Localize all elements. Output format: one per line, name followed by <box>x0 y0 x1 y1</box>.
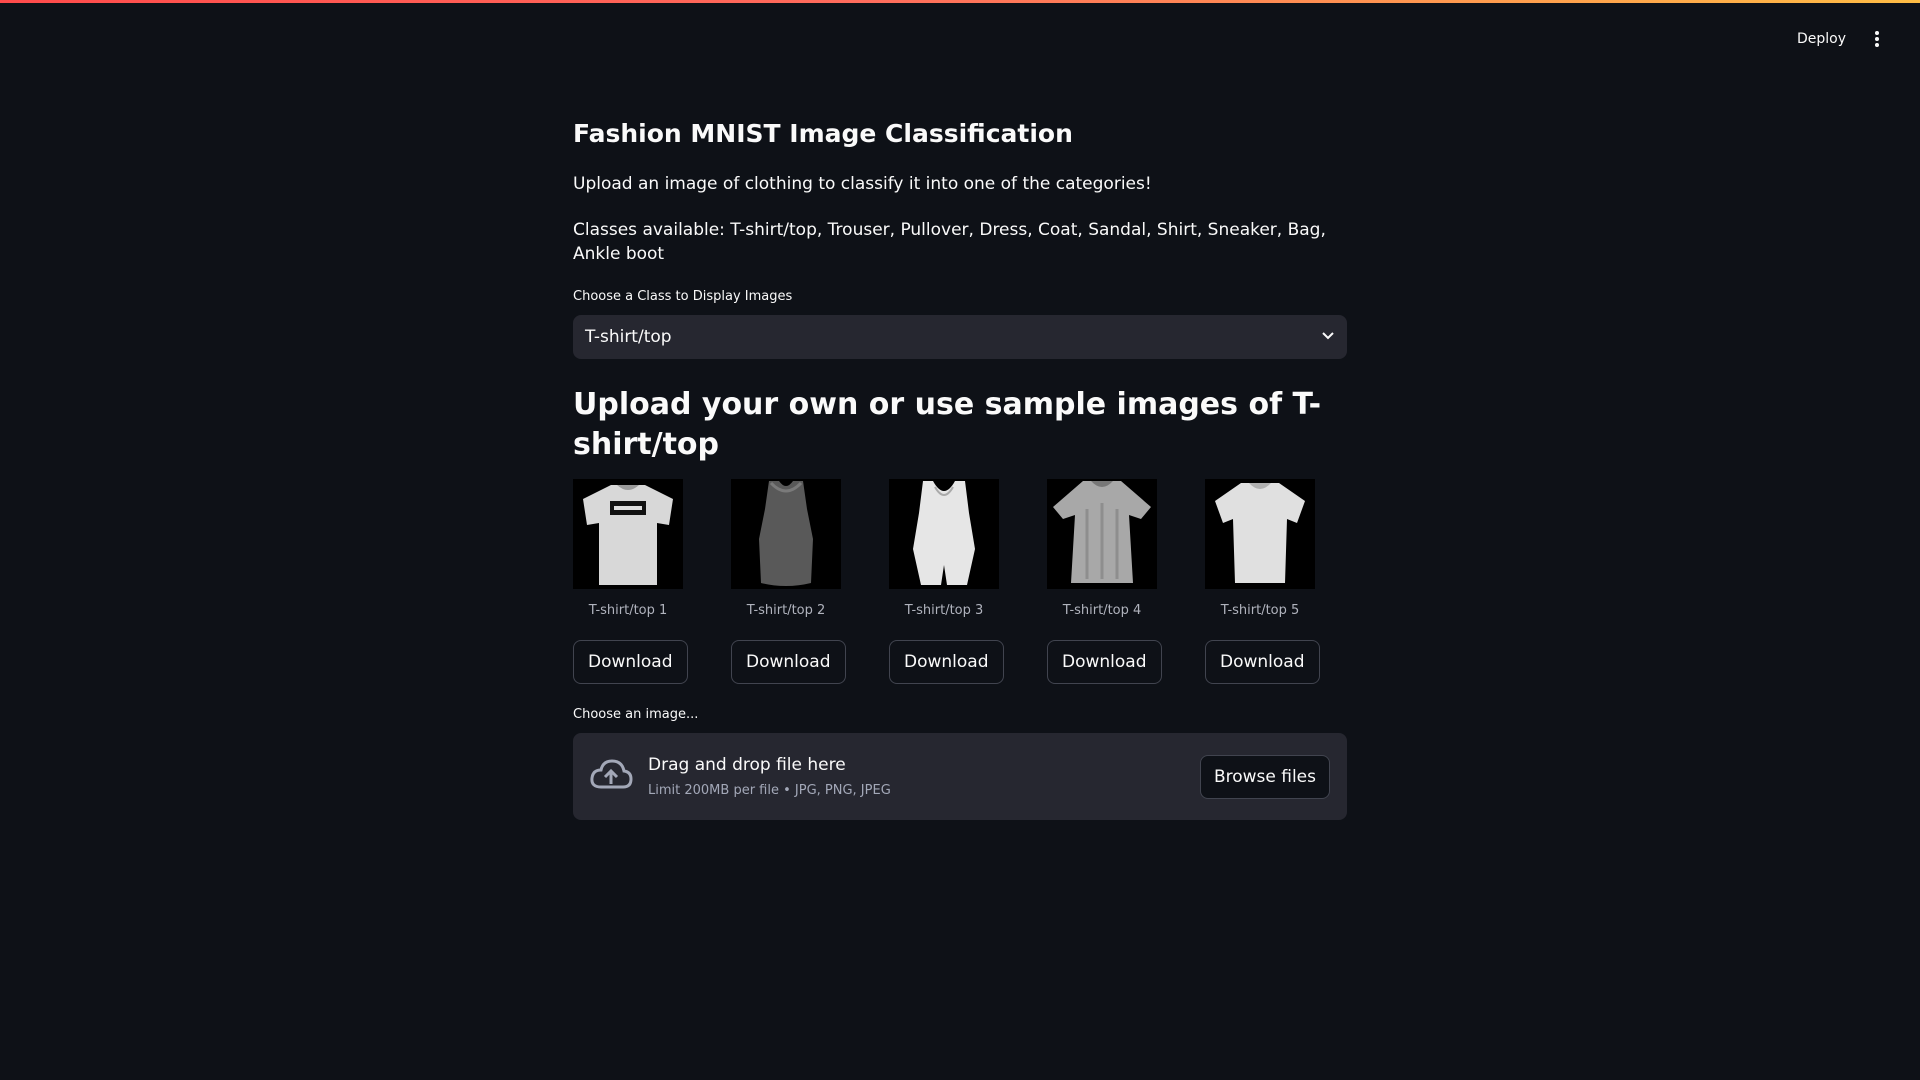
sample-card: T-shirt/top 1 Download <box>573 479 688 684</box>
cloud-upload-icon <box>589 757 633 795</box>
browse-files-button[interactable]: Browse files <box>1199 755 1330 799</box>
sample-image-tshirt-4 <box>1047 479 1157 589</box>
sample-card: T-shirt/top 4 Download <box>1047 479 1162 684</box>
sample-images-row: T-shirt/top 1 Download T-shirt/top 2 Dow… <box>573 479 1347 684</box>
dropzone-instruction: Drag and drop file here <box>648 755 846 775</box>
sample-caption: T-shirt/top 1 <box>588 603 668 618</box>
download-button[interactable]: Download <box>889 640 1004 684</box>
class-select-value: T-shirt/top <box>585 327 672 347</box>
class-select[interactable]: T-shirt/top <box>573 315 1347 359</box>
download-button[interactable]: Download <box>573 640 688 684</box>
sample-caption: T-shirt/top 3 <box>904 603 984 618</box>
sample-card: T-shirt/top 3 Download <box>889 479 1004 684</box>
sample-image-tshirt-3 <box>889 479 999 589</box>
dropzone-limit: Limit 200MB per file • JPG, PNG, JPEG <box>648 783 891 798</box>
sample-card: T-shirt/top 2 Download <box>731 479 846 684</box>
sample-image-tshirt-2 <box>731 479 841 589</box>
download-button[interactable]: Download <box>731 640 846 684</box>
dropzone-text: Drag and drop file here Limit 200MB per … <box>648 753 891 801</box>
top-decoration-stripe <box>0 0 1920 3</box>
page-title: Fashion MNIST Image Classification <box>573 119 1073 148</box>
sample-caption: T-shirt/top 2 <box>746 603 826 618</box>
deploy-button[interactable]: Deploy <box>1797 31 1846 47</box>
sample-caption: T-shirt/top 5 <box>1220 603 1300 618</box>
vertical-dots-icon[interactable] <box>1868 28 1886 50</box>
uploader-label: Choose an image... <box>573 707 699 722</box>
classes-text: Classes available: T-shirt/top, Trouser,… <box>573 220 1326 264</box>
sample-image-tshirt-1 <box>573 479 683 589</box>
chevron-down-icon <box>1321 327 1335 347</box>
sample-caption: T-shirt/top 4 <box>1062 603 1142 618</box>
sample-image-tshirt-5 <box>1205 479 1315 589</box>
download-button[interactable]: Download <box>1205 640 1320 684</box>
intro-text: Upload an image of clothing to classify … <box>573 174 1152 194</box>
file-dropzone[interactable]: Drag and drop file here Limit 200MB per … <box>573 733 1347 820</box>
class-select-label: Choose a Class to Display Images <box>573 289 793 304</box>
section-heading: Upload your own or use sample images of … <box>573 387 1322 462</box>
main-content: Fashion MNIST Image Classification Uploa… <box>573 117 1347 820</box>
sample-card: T-shirt/top 5 Download <box>1205 479 1320 684</box>
download-button[interactable]: Download <box>1047 640 1162 684</box>
header-actions: Deploy <box>1797 28 1886 50</box>
